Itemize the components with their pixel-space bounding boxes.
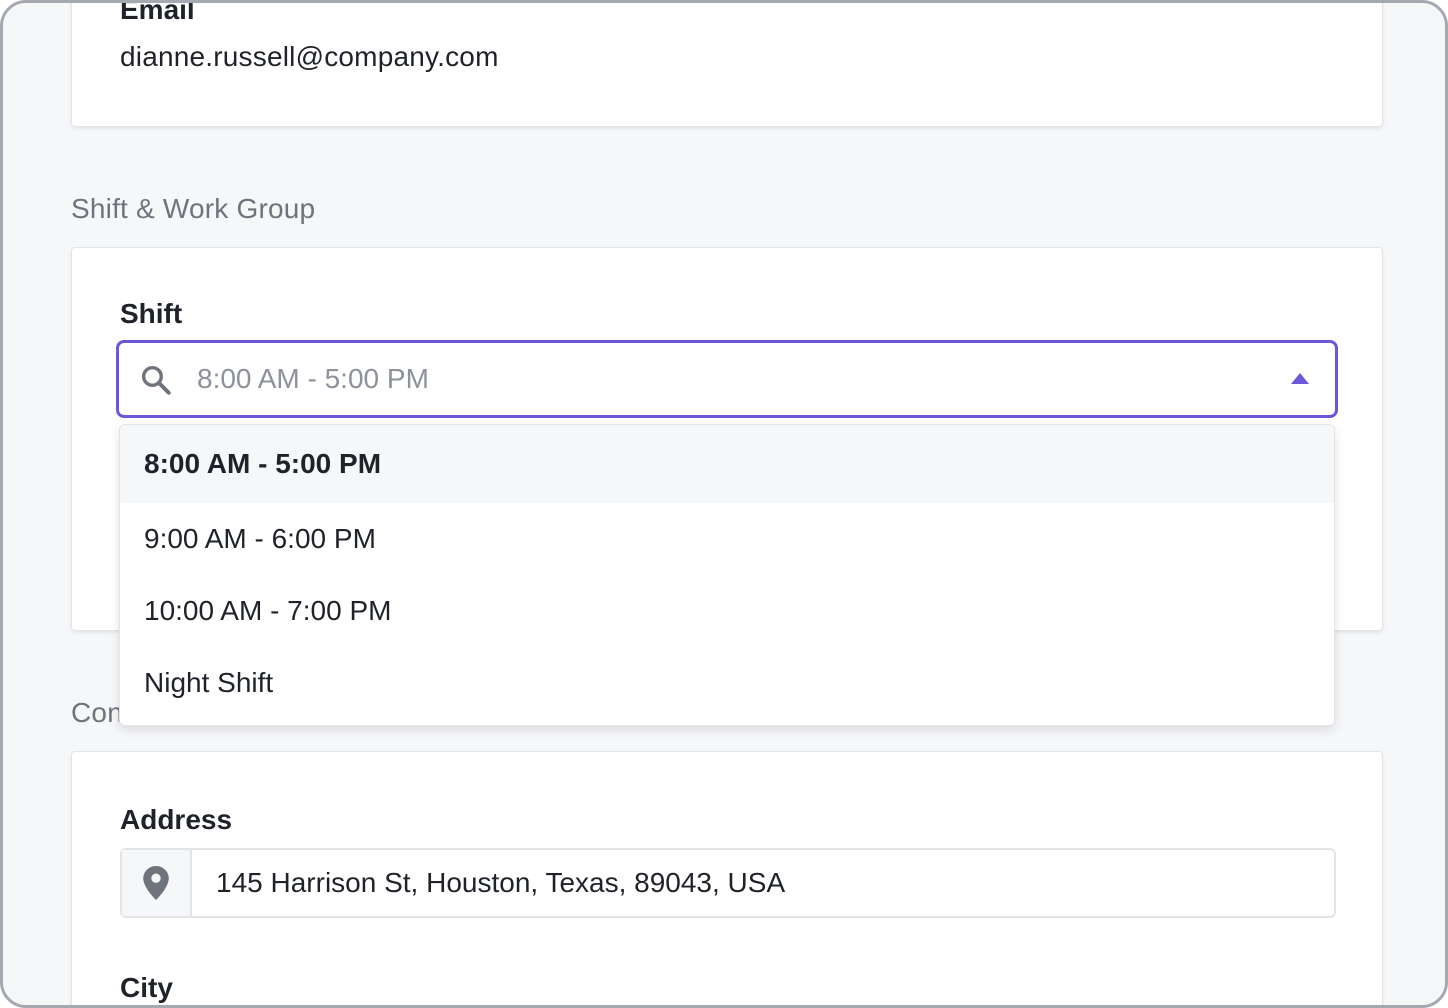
contact-card: Address City: [71, 751, 1383, 1005]
address-label: Address: [120, 804, 233, 835]
page-frame: Email dianne.russell@company.com Shift &…: [0, 0, 1448, 1008]
shift-search-input[interactable]: [197, 357, 1257, 401]
caret-up-icon[interactable]: [1291, 373, 1309, 384]
shift-combobox[interactable]: [116, 340, 1338, 418]
address-input[interactable]: [192, 850, 1334, 916]
email-label: Email: [120, 0, 195, 25]
email-value: dianne.russell@company.com: [120, 41, 499, 72]
shift-section-title: Shift & Work Group: [71, 193, 316, 224]
shift-label: Shift: [120, 298, 183, 329]
shift-option-selected[interactable]: 8:00 AM - 5:00 PM: [120, 425, 1334, 503]
city-label: City: [120, 972, 173, 1003]
address-icon-box: [122, 850, 192, 916]
shift-option[interactable]: 9:00 AM - 6:00 PM: [120, 503, 1334, 575]
shift-dropdown-list: 8:00 AM - 5:00 PM 9:00 AM - 6:00 PM 10:0…: [119, 424, 1335, 726]
contact-section-title: Con: [71, 697, 123, 728]
location-pin-icon: [143, 866, 169, 900]
search-icon: [141, 365, 171, 395]
shift-option[interactable]: 10:00 AM - 7:00 PM: [120, 575, 1334, 647]
shift-option[interactable]: Night Shift: [120, 647, 1334, 719]
address-field[interactable]: [120, 848, 1336, 918]
email-card: Email dianne.russell@company.com: [71, 0, 1383, 127]
